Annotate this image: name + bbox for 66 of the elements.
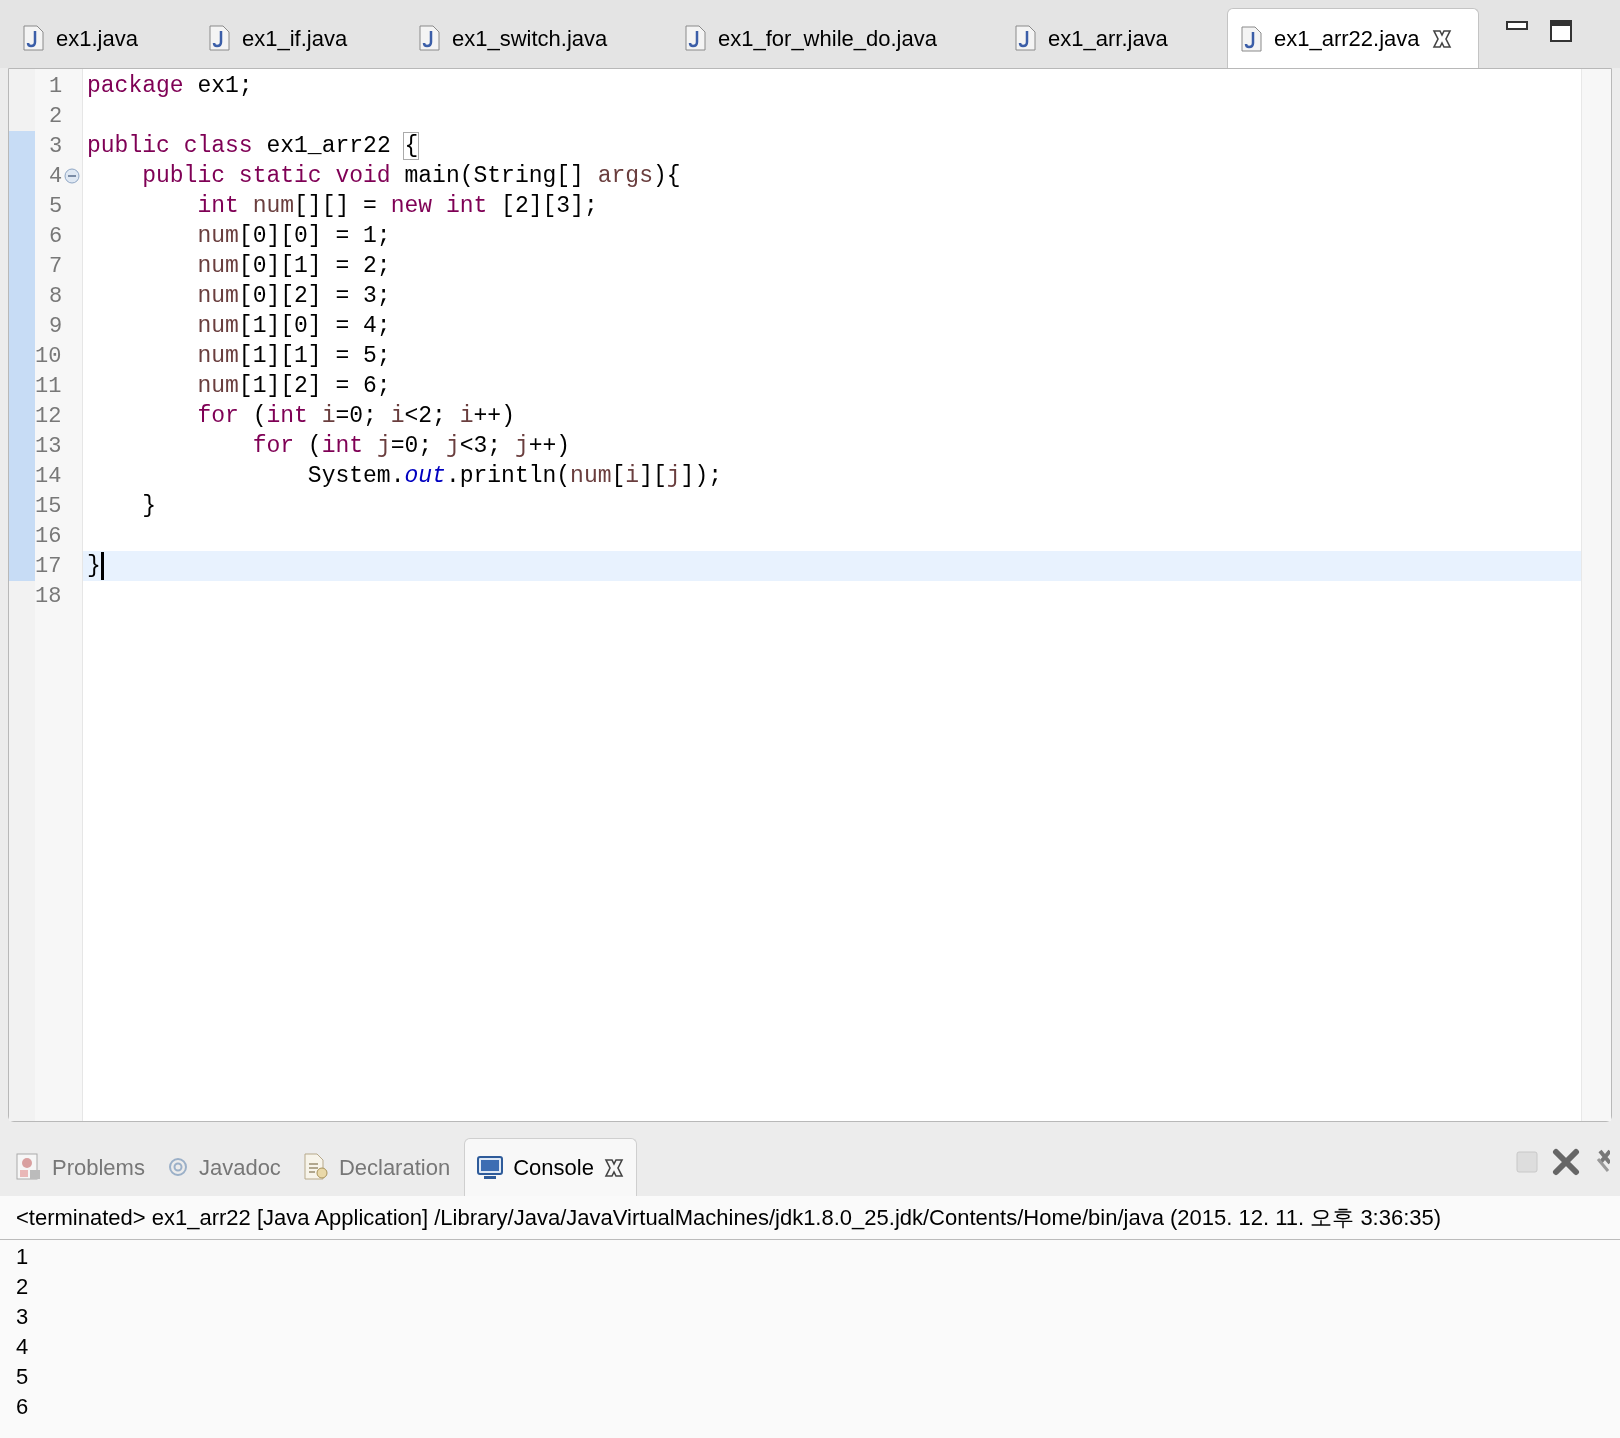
editor-tab[interactable]: ex1.java (10, 8, 196, 68)
java-file-icon (1240, 25, 1262, 52)
code-line: num[0][2] = 3; (196, 282, 391, 311)
code-line: for (int j=0; j<3; j++) (251, 432, 571, 461)
line-number: 15 (35, 492, 62, 521)
code-line: num[0][0] = 1; (196, 222, 391, 251)
close-icon[interactable] (1431, 28, 1452, 49)
java-file-icon (418, 25, 440, 51)
maximize-icon[interactable] (1550, 20, 1572, 42)
code-line: num[1][0] = 4; (196, 312, 391, 341)
editor-tab[interactable]: ex1_if.java (196, 8, 406, 68)
line-number: 4 (48, 162, 63, 191)
console-output-line: 6 (16, 1393, 30, 1421)
console-output-line: 1 (16, 1243, 30, 1271)
line-number: 11 (35, 372, 62, 401)
console-output-line: 3 (16, 1303, 30, 1331)
code-line: public static void main(String[] args){ (141, 162, 681, 191)
line-number: 2 (48, 102, 63, 131)
code-line: int num[][] = new int [2][3]; (196, 192, 598, 221)
code-line: } (87, 552, 101, 581)
code-line: package ex1; (87, 72, 253, 101)
code-line: System.out.println(num[i][j]); (306, 462, 722, 491)
scrollbar-track[interactable] (1581, 69, 1611, 1121)
line-number: 12 (35, 402, 62, 431)
panel-tab[interactable]: Problems (8, 1138, 153, 1196)
editor-tab[interactable]: ex1_switch.java (406, 8, 672, 68)
console-output-line: 4 (16, 1333, 30, 1361)
problems-icon (16, 1153, 42, 1181)
minimize-icon[interactable] (1506, 20, 1528, 32)
editor-tab[interactable]: ex1_arr.java (1002, 8, 1227, 68)
line-number: 10 (35, 342, 62, 371)
line-number: 13 (35, 432, 62, 461)
line-number: 3 (48, 132, 63, 161)
java-file-icon (1014, 25, 1036, 51)
panel-tab[interactable]: Javadoc (158, 1138, 289, 1196)
java-file-icon (208, 25, 230, 51)
close-icon[interactable] (603, 1157, 624, 1178)
java-file-icon (684, 25, 706, 51)
code-line: num[1][1] = 5; (196, 342, 391, 371)
console-output-line: 5 (16, 1363, 30, 1391)
line-number: 18 (35, 582, 62, 611)
remove-icon[interactable] (1552, 1148, 1580, 1176)
declaration-icon (302, 1153, 329, 1181)
editor-tab[interactable]: ex1_arr22.java (1227, 8, 1479, 68)
console-header: <terminated> ex1_arr22 [Java Application] /Library/Java/JavaVirtualMachines/jdk1.8.0_25.jdk/Contents/Home/bin/java (2015. 12. 11. 오후 3:36:35) (16, 1204, 1442, 1232)
line-number: 1 (48, 72, 63, 101)
line-number: 14 (35, 462, 62, 491)
line-number: 17 (35, 552, 62, 581)
code-line: num[0][1] = 2; (196, 252, 391, 281)
java-file-icon (22, 25, 44, 51)
console-output-line: 2 (16, 1273, 30, 1301)
panel-tab[interactable]: Console (464, 1138, 637, 1196)
line-number: 6 (48, 222, 63, 251)
line-number: 8 (48, 282, 63, 311)
code-line: public class ex1_arr22 { (87, 132, 419, 161)
line-number: 7 (48, 252, 63, 281)
panel-tab[interactable]: Declaration (294, 1138, 459, 1196)
code-line: for (int i=0; i<2; i++) (196, 402, 515, 431)
monitor-icon (477, 1154, 504, 1181)
editor-tab[interactable]: ex1_for_while_do.java (672, 8, 1002, 68)
code-line: num[1][2] = 6; (196, 372, 391, 401)
line-number: 16 (35, 522, 62, 551)
line-number: 9 (48, 312, 63, 341)
collapse-icon[interactable] (64, 168, 81, 184)
line-number: 5 (48, 192, 63, 221)
code-line: } (141, 492, 156, 521)
